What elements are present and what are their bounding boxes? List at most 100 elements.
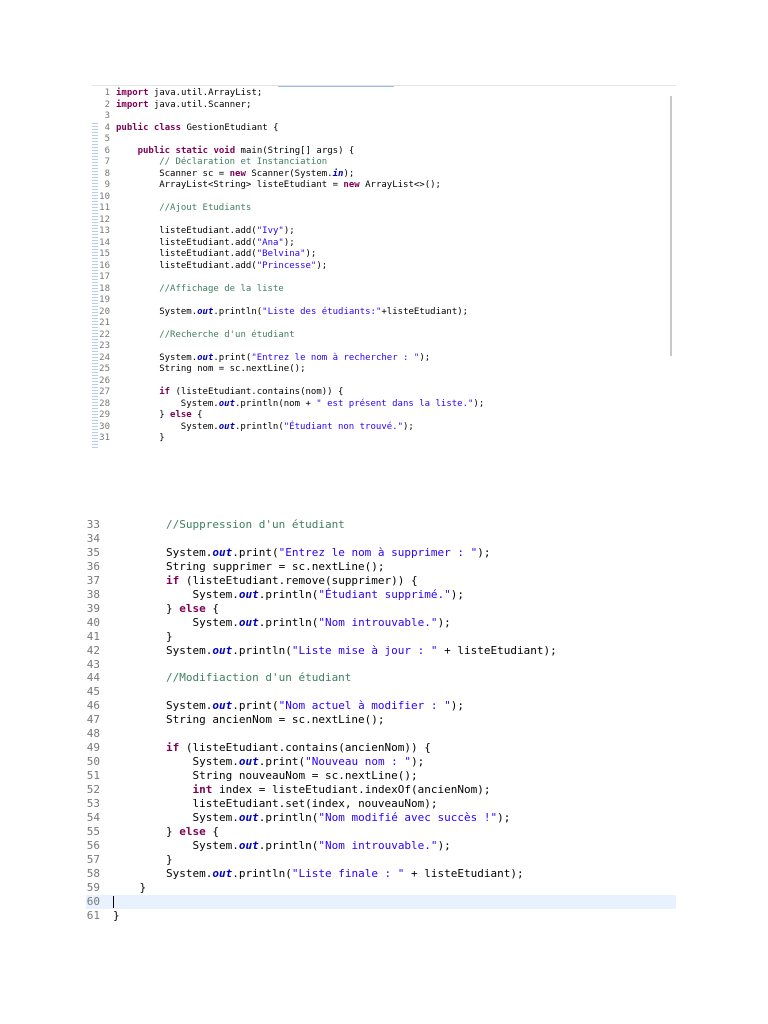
code-line[interactable]: 38 System.out.println("Étudiant supprimé.… xyxy=(86,588,676,602)
code-text: System.out.println("Étudiant non trouvé.… xyxy=(116,422,414,432)
code-text: } else { xyxy=(113,825,219,838)
code-line[interactable]: 57} xyxy=(86,853,676,867)
code-line[interactable]: 12 xyxy=(92,215,484,227)
code-line[interactable]: 50 System.out.print("Nouveau nom : "); xyxy=(86,755,676,769)
code-line[interactable]: 24 System.out.print("Entrez le nom à rech… xyxy=(92,353,484,365)
code-line[interactable]: 41} xyxy=(86,630,676,644)
code-token: listeEtudiant.add( xyxy=(159,226,257,236)
code-line[interactable]: 26 xyxy=(92,376,484,388)
code-line[interactable]: 39} else { xyxy=(86,602,676,616)
code-line[interactable]: 18 //Affichage de la liste xyxy=(92,284,484,296)
code-token: ); xyxy=(450,699,465,713)
line-number: 12 xyxy=(99,214,110,225)
code-line[interactable]: 43 xyxy=(86,658,676,672)
code-line[interactable]: 51 String nouveauNom = sc.nextLine(); xyxy=(86,769,676,783)
line-number: 44 xyxy=(86,671,100,685)
code-line[interactable]: 55} else { xyxy=(86,825,676,839)
code-token: ); xyxy=(473,398,485,409)
code-line[interactable]: 60 xyxy=(86,894,676,909)
code-line[interactable]: 48 xyxy=(86,727,676,741)
code-line[interactable]: 46 System.out.print("Nom actuel à modifie… xyxy=(86,699,676,713)
code-line[interactable]: 47 String ancienNom = sc.nextLine(); xyxy=(86,713,676,727)
code-line[interactable]: 54 System.out.println("Nom modifié avec s… xyxy=(86,811,676,825)
code-token: .println( xyxy=(258,838,319,852)
code-text: System.out.println("Liste mise à jour : … xyxy=(113,644,557,657)
code-text: } xyxy=(113,909,120,922)
code-line[interactable]: 44 //Modifiaction d'un étudiant xyxy=(86,671,676,685)
vertical-scrollbar[interactable] xyxy=(670,96,672,356)
line-number: 42 xyxy=(86,643,100,657)
code-token: //Affichage de la liste xyxy=(159,283,284,294)
code-line[interactable]: 36 String supprimer = sc.nextLine(); xyxy=(86,560,676,574)
code-token: else xyxy=(179,601,206,615)
code-line[interactable]: 22 //Recherche d'un étudiant xyxy=(92,330,484,342)
code-line[interactable]: 56 System.out.println("Nom introuvable.")… xyxy=(86,839,676,853)
code-line[interactable]: 52 int index = listeEtudiant.indexOf(anci… xyxy=(86,783,676,797)
code-editor-1: 1 import java.util.ArrayList; 2 import java… xyxy=(92,88,484,445)
code-token: } xyxy=(166,601,180,615)
code-line[interactable]: 16 listeEtudiant.add("Princesse"); xyxy=(92,261,484,273)
code-line[interactable]: 17 xyxy=(92,272,484,284)
code-token: index = listeEtudiant.indexOf(ancienNom)… xyxy=(212,783,491,797)
line-number: 49 xyxy=(86,741,100,755)
code-text: listeEtudiant.add("Ana"); xyxy=(116,238,294,248)
code-line[interactable]: 7 // Déclaration et Instanciation xyxy=(92,157,484,169)
code-line[interactable]: 19 xyxy=(92,295,484,307)
line-number: 25 xyxy=(99,364,110,374)
code-line[interactable]: 53 listeEtudiant.set(index, nouveauNom); xyxy=(86,797,676,811)
code-line[interactable]: 3 xyxy=(92,111,484,123)
code-token: System. xyxy=(192,755,239,769)
code-line[interactable]: 33 //Suppression d'un étudiant xyxy=(86,518,676,532)
code-line[interactable]: 15 listeEtudiant.add("Belvina"); xyxy=(92,249,484,261)
code-line[interactable]: 40 System.out.println("Nom introuvable.")… xyxy=(86,616,676,630)
code-line[interactable]: 1 import java.util.ArrayList; xyxy=(92,88,484,100)
code-line[interactable]: 5 xyxy=(92,134,484,146)
code-token: " est présent dans la liste." xyxy=(316,398,474,409)
code-line[interactable]: 6 public static void main(String[] args) … xyxy=(92,146,484,158)
code-token: //Modifiaction d'un étudiant xyxy=(166,671,352,685)
code-token: int xyxy=(192,783,213,797)
code-line[interactable]: 59} xyxy=(86,881,676,895)
code-line[interactable]: 8 Scanner sc = new Scanner(System.in); xyxy=(92,169,484,181)
code-line[interactable]: 11 //Ajout Etudiants xyxy=(92,203,484,215)
code-token: "Liste mise à jour : " xyxy=(291,643,438,657)
code-line[interactable]: 42 System.out.println("Liste mise à jour … xyxy=(86,644,676,658)
code-line[interactable]: 13 listeEtudiant.add("Ivy"); xyxy=(92,226,484,238)
code-token: public static void xyxy=(137,145,236,156)
code-line[interactable]: 10 xyxy=(92,192,484,204)
code-token: (listeEtudiant.contains(ancienNom)) { xyxy=(179,741,431,755)
code-text: import java.util.Scanner; xyxy=(116,100,251,110)
code-text: listeEtudiant.add("Princesse"); xyxy=(116,261,327,271)
code-token: //Ajout Etudiants xyxy=(159,203,252,213)
code-line[interactable]: 58 System.out.println("Liste finale : " +… xyxy=(86,867,676,881)
code-line[interactable]: 29} else { xyxy=(92,410,484,422)
code-line[interactable]: 34 xyxy=(86,532,676,546)
code-line[interactable]: 9 ArrayList<String> listeEtudiant = new A… xyxy=(92,180,484,192)
code-token: out xyxy=(238,615,259,629)
code-token: new xyxy=(343,180,360,190)
code-token: "Liste des étudiants:" xyxy=(262,306,382,317)
code-line[interactable]: 30 System.out.println("Étudiant non trouv… xyxy=(92,422,484,434)
code-line[interactable]: 37 if (listeEtudiant.remove(supprimer)) { xyxy=(86,574,676,588)
code-token: if xyxy=(159,387,171,397)
code-line[interactable]: 61} xyxy=(86,909,676,923)
code-screenshot-2: 33 //Suppression d'un étudiant 34 35 System.… xyxy=(86,518,676,923)
code-line[interactable]: 27 if (listeEtudiant.contains(nom)) { xyxy=(92,387,484,399)
line-number: 14 xyxy=(99,237,110,248)
code-line[interactable]: 14 listeEtudiant.add("Ana"); xyxy=(92,238,484,250)
line-number: 35 xyxy=(86,545,100,559)
code-token: } xyxy=(166,824,180,838)
code-line[interactable]: 21 xyxy=(92,318,484,330)
code-token: import xyxy=(116,88,149,98)
code-line[interactable]: 2 import java.util.Scanner; xyxy=(92,100,484,112)
code-line[interactable]: 23 xyxy=(92,341,484,353)
code-line[interactable]: 25 String nom = sc.nextLine(); xyxy=(92,364,484,376)
code-line[interactable]: 49 if (listeEtudiant.contains(ancienNom))… xyxy=(86,741,676,755)
code-line[interactable]: 31} xyxy=(92,433,484,445)
code-line[interactable]: 28 System.out.println(nom + " est présent… xyxy=(92,399,484,411)
code-token: .println( xyxy=(258,615,319,629)
code-line[interactable]: 4 public class GestionEtudiant { xyxy=(92,123,484,135)
code-line[interactable]: 35 System.out.print("Entrez le nom à supp… xyxy=(86,546,676,560)
code-line[interactable]: 20 System.out.println("Liste des étudiant… xyxy=(92,307,484,319)
code-line[interactable]: 45 xyxy=(86,685,676,699)
